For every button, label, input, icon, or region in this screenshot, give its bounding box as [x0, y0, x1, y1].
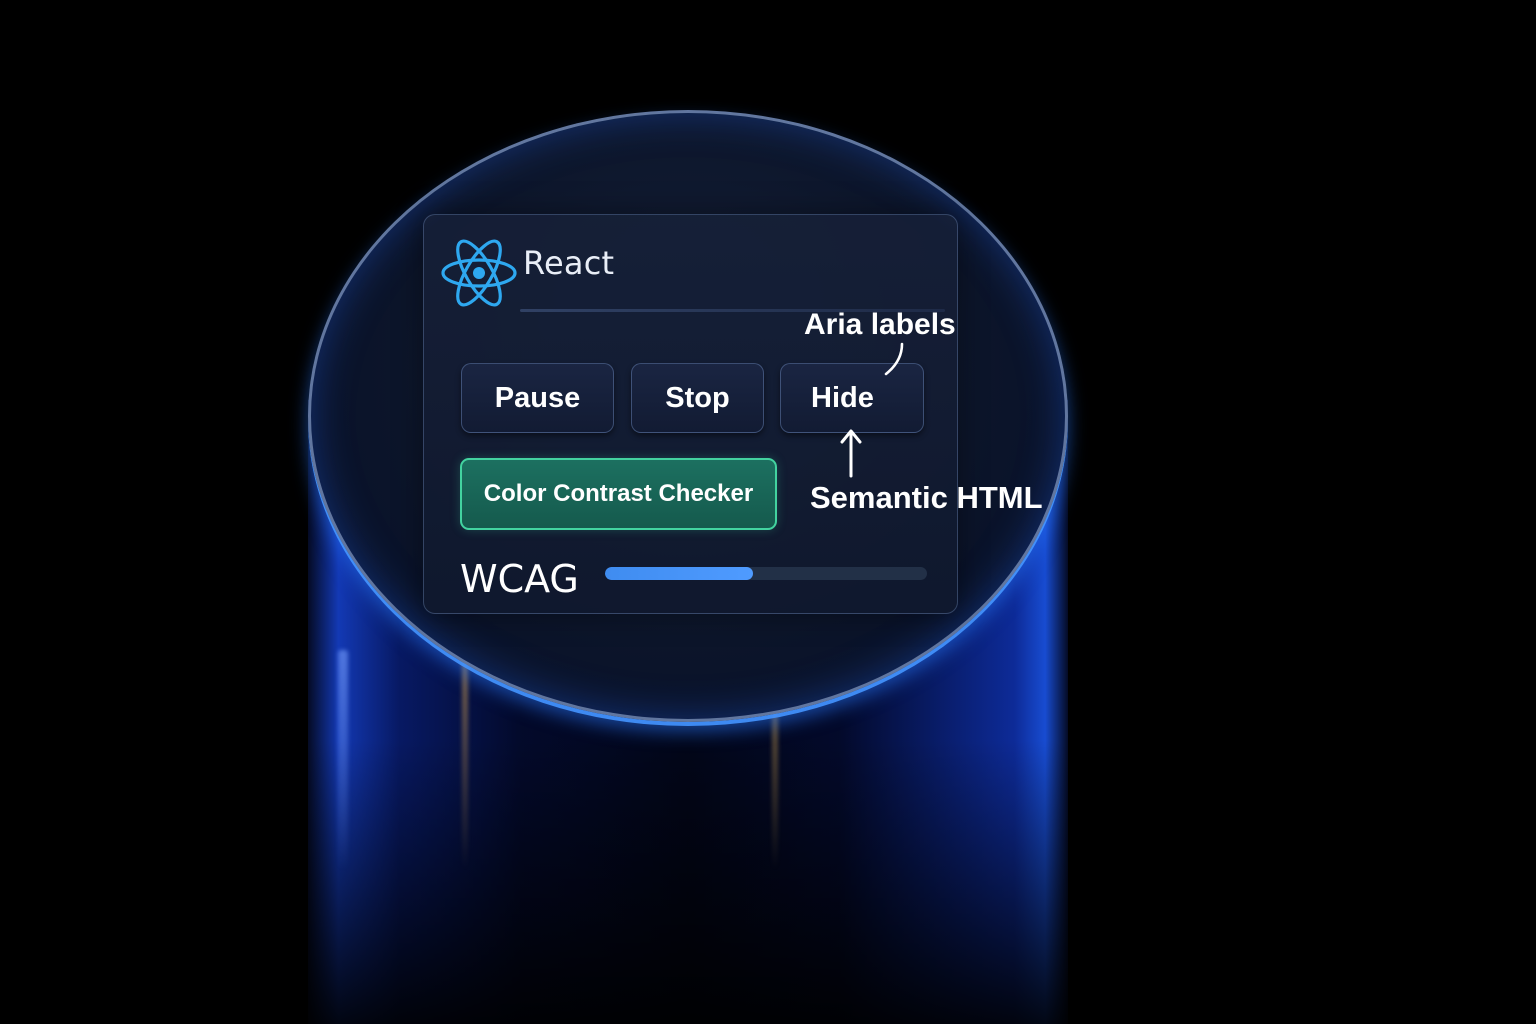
light-streak	[338, 650, 348, 870]
curved-pointer-icon	[884, 342, 904, 376]
react-atom-icon	[441, 239, 517, 307]
semantic-html-annotation: Semantic HTML	[810, 480, 1043, 515]
wcag-progress-bar	[605, 567, 927, 580]
aria-labels-annotation: Aria labels	[804, 308, 956, 341]
wcag-progress-fill	[605, 567, 754, 580]
color-contrast-checker-button[interactable]: Color Contrast Checker	[460, 458, 777, 530]
brand-title: React	[523, 244, 615, 282]
up-arrow-icon	[840, 429, 862, 478]
wcag-label: WCAG	[460, 557, 579, 601]
scene: React Pause Stop Hide Color Contrast Che…	[0, 0, 1536, 1024]
light-streak	[462, 650, 468, 870]
stop-button[interactable]: Stop	[631, 363, 764, 433]
pause-button[interactable]: Pause	[461, 363, 614, 433]
